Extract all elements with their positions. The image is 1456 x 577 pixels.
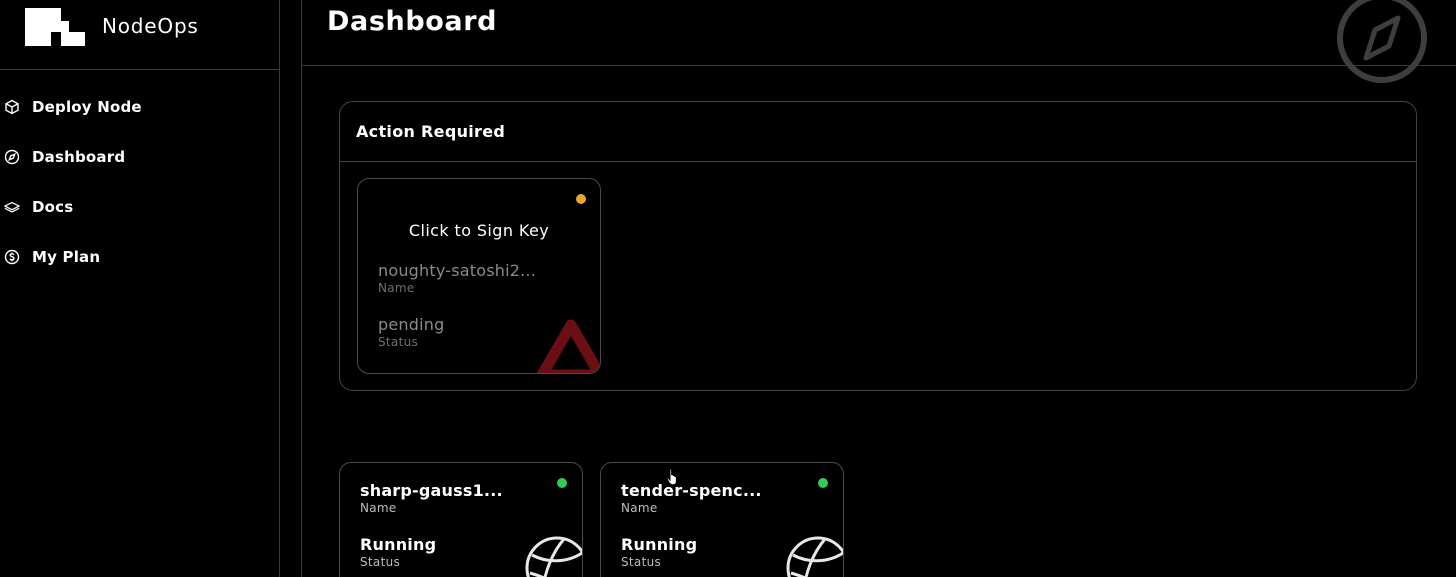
- node-status-field: pending Status: [378, 315, 444, 349]
- brand-name: NodeOps: [102, 14, 199, 38]
- action-required-title: Action Required: [356, 122, 506, 141]
- node-card[interactable]: sharp-gauss1... Name Running Status: [339, 462, 583, 577]
- node-name-value: tender-spenc...: [621, 481, 762, 500]
- sidebar-item-label: Deploy Node: [32, 98, 142, 116]
- brand[interactable]: NodeOps: [0, 0, 280, 70]
- node-status-value: Running: [360, 535, 437, 554]
- book-icon: [4, 199, 20, 215]
- dollar-circle-icon: [4, 249, 20, 265]
- node-name-field: sharp-gauss1... Name: [360, 481, 503, 515]
- sidebar-nav: Deploy Node Dashboard Docs My Plan: [0, 82, 278, 282]
- globe-icon: [786, 536, 843, 577]
- sidebar-item-deploy-node[interactable]: Deploy Node: [0, 82, 278, 132]
- node-name-field: noughty-satoshi2... Name: [378, 261, 536, 295]
- page-header: Dashboard: [302, 0, 1456, 83]
- cube-icon: [4, 99, 20, 115]
- node-name-label: Name: [378, 281, 415, 295]
- node-name-label: Name: [360, 501, 397, 515]
- node-name-label: Name: [621, 501, 658, 515]
- sidebar-item-label: Docs: [32, 198, 74, 216]
- sidebar: NodeOps Deploy Node Dashboard Docs My Pl…: [0, 0, 280, 577]
- node-name-value: noughty-satoshi2...: [378, 261, 536, 280]
- node-status-label: Status: [360, 555, 401, 569]
- status-indicator-dot: [557, 478, 567, 488]
- sidebar-item-docs[interactable]: Docs: [0, 182, 278, 232]
- sidebar-resize-handle[interactable]: [280, 0, 302, 577]
- sign-key-card[interactable]: Click to Sign Key noughty-satoshi2... Na…: [357, 178, 601, 374]
- sign-key-cta[interactable]: Click to Sign Key: [358, 221, 600, 240]
- node-status-label: Status: [378, 335, 419, 349]
- warning-triangle-icon: [536, 319, 600, 373]
- sidebar-item-my-plan[interactable]: My Plan: [0, 232, 278, 282]
- action-required-panel: Action Required Click to Sign Key nought…: [339, 101, 1417, 391]
- node-card[interactable]: tender-spenc... Name Running Status: [600, 462, 844, 577]
- compass-icon: [4, 149, 20, 165]
- node-name-value: sharp-gauss1...: [360, 481, 503, 500]
- node-status-value: Running: [621, 535, 698, 554]
- node-status-label: Status: [621, 555, 662, 569]
- node-status-field: Running Status: [360, 535, 436, 569]
- node-name-field: tender-spenc... Name: [621, 481, 762, 515]
- node-status-field: Running Status: [621, 535, 697, 569]
- compass-icon: [1337, 0, 1427, 83]
- globe-icon: [525, 536, 582, 577]
- status-indicator-dot: [818, 478, 828, 488]
- nodeops-logo-icon: [25, 8, 85, 46]
- node-status-value: pending: [378, 315, 445, 334]
- status-indicator-dot: [576, 194, 586, 204]
- sidebar-item-label: My Plan: [32, 248, 101, 266]
- sidebar-item-label: Dashboard: [32, 148, 126, 166]
- action-required-header: Action Required: [340, 102, 1416, 162]
- sidebar-item-dashboard[interactable]: Dashboard: [0, 132, 278, 182]
- hand-cursor-icon: [666, 468, 677, 486]
- page-title: Dashboard: [327, 6, 498, 37]
